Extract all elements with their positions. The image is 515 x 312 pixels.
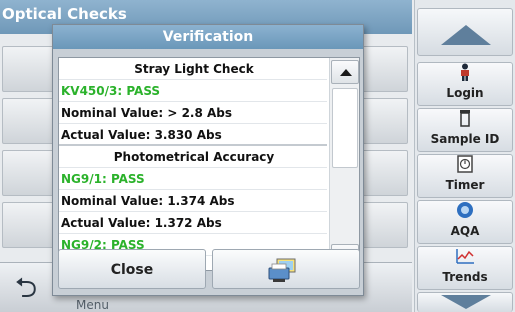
trends-label: Trends (442, 270, 488, 284)
trends-chart-icon (418, 247, 512, 269)
aqa-label: AQA (450, 224, 480, 238)
print-button[interactable] (212, 249, 360, 289)
verification-dialog: Verification Stray Light Check KV450/3: P… (52, 24, 364, 296)
timer-button[interactable]: Timer (417, 154, 513, 198)
up-arrow-icon (441, 25, 491, 45)
up-arrow-icon (340, 69, 352, 76)
scrollbar-thumb[interactable] (332, 88, 358, 168)
menu-label: Menu (76, 298, 109, 312)
timer-label: Timer (445, 178, 485, 192)
vial-icon (418, 109, 512, 131)
dialog-title: Verification (53, 25, 363, 49)
close-button[interactable]: Close (58, 249, 206, 289)
printer-computer-icon (268, 258, 296, 282)
scroll-up-button[interactable] (417, 8, 513, 56)
back-button[interactable]: ⮌ (4, 268, 48, 308)
login-label: Login (446, 86, 484, 100)
list-section-header: Stray Light Check (59, 58, 327, 80)
list-content: Stray Light Check KV450/3: PASS Nominal Va… (59, 58, 327, 256)
scroll-down-button[interactable] (417, 292, 513, 312)
list-value-item: Nominal Value: > 2.8 Abs (59, 102, 327, 124)
aqa-icon (418, 201, 512, 223)
list-value-item: Nominal Value: 1.374 Abs (59, 190, 327, 212)
person-icon (418, 63, 512, 85)
sample-id-button[interactable]: Sample ID (417, 108, 513, 152)
sample-id-label: Sample ID (430, 132, 500, 146)
back-arrow-icon: ⮌ (14, 271, 38, 304)
list-value-item: Actual Value: 1.372 Abs (59, 212, 327, 234)
login-button[interactable]: Login (417, 62, 513, 106)
timer-icon (418, 155, 512, 177)
list-value-item: Actual Value: 3.830 Abs (59, 124, 327, 146)
list-scrollbar[interactable] (329, 58, 359, 270)
list-pass-item: KV450/3: PASS (59, 80, 327, 102)
screen: Optical Checks ⮌ Menu Login Sample ID Ti… (0, 0, 515, 312)
right-sidebar: Login Sample ID Timer AQA Trends (414, 0, 515, 312)
verification-list[interactable]: Stray Light Check KV450/3: PASS Nominal Va… (58, 57, 360, 271)
list-pass-item: NG9/1: PASS (59, 168, 327, 190)
list-scroll-up-button[interactable] (331, 60, 359, 84)
down-arrow-icon (441, 295, 491, 309)
list-section-header: Photometrical Accuracy (59, 146, 327, 168)
aqa-button[interactable]: AQA (417, 200, 513, 244)
trends-button[interactable]: Trends (417, 246, 513, 290)
